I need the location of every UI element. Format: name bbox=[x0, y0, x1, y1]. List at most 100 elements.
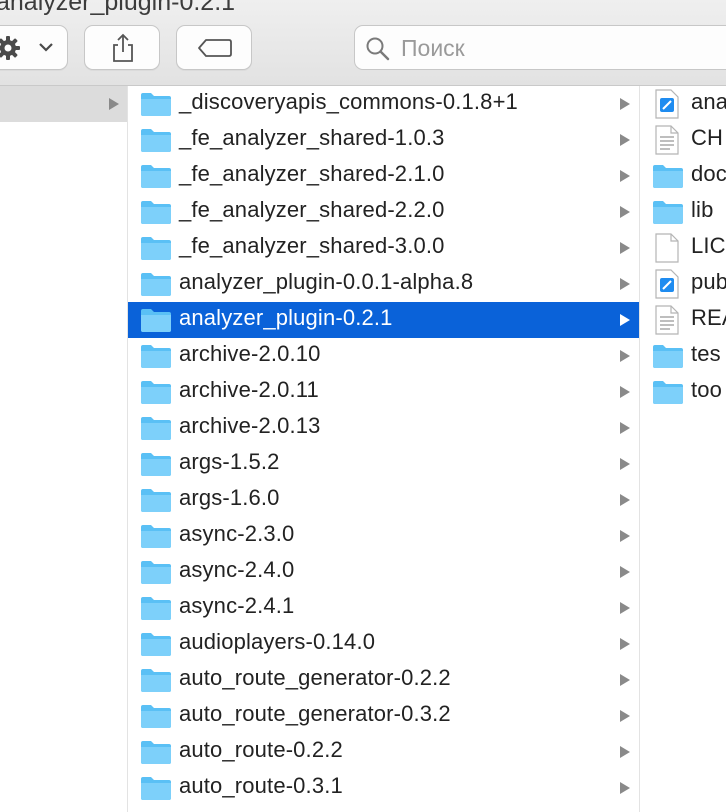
browser-column-parent[interactable] bbox=[0, 86, 128, 812]
text-document-icon bbox=[655, 305, 679, 335]
folder-row[interactable]: async-2.4.1 bbox=[128, 590, 639, 626]
browser-column-contents[interactable]: ana CH doc lib LIC pub REA tes too bbox=[640, 86, 726, 812]
chevron-right-icon bbox=[620, 602, 630, 614]
search-field[interactable] bbox=[354, 25, 726, 70]
folder-row[interactable]: analyzer_plugin-0.2.1 bbox=[128, 302, 639, 338]
chevron-right-icon bbox=[620, 674, 630, 686]
chevron-right-icon bbox=[620, 350, 630, 362]
tag-button[interactable] bbox=[176, 25, 252, 70]
file-row[interactable]: pub bbox=[640, 266, 726, 302]
chevron-right-icon bbox=[620, 278, 630, 290]
folder-row[interactable]: lib bbox=[640, 194, 726, 230]
file-name: LIC bbox=[691, 233, 726, 258]
file-name: ana bbox=[691, 89, 726, 114]
folder-icon bbox=[653, 345, 683, 368]
chevron-right-icon bbox=[620, 458, 630, 470]
folder-name: archive-2.0.10 bbox=[179, 341, 321, 366]
folder-row[interactable]: auto_route_generator-0.2.2 bbox=[128, 662, 639, 698]
folder-icon bbox=[141, 633, 171, 656]
folder-name: async-2.4.1 bbox=[179, 593, 295, 618]
folder-row[interactable]: _discoveryapis_commons-0.1.8+1 bbox=[128, 86, 639, 122]
window-title: analyzer_plugin-0.2.1 bbox=[0, 0, 236, 16]
folder-name: args-1.6.0 bbox=[179, 485, 280, 510]
tag-icon bbox=[198, 39, 232, 57]
folder-icon bbox=[141, 93, 171, 116]
folder-name: _discoveryapis_commons-0.1.8+1 bbox=[179, 89, 518, 114]
folder-row[interactable]: auto_route-0.3.1 bbox=[128, 770, 639, 806]
folder-row[interactable]: auto_route-0.2.2 bbox=[128, 734, 639, 770]
search-input[interactable] bbox=[399, 32, 703, 64]
folder-icon bbox=[653, 165, 683, 188]
file-name: REA bbox=[691, 305, 726, 330]
folder-icon bbox=[141, 417, 171, 440]
folder-icon bbox=[141, 345, 171, 368]
folder-icon bbox=[141, 165, 171, 188]
folder-icon bbox=[141, 273, 171, 296]
folder-row[interactable]: _fe_analyzer_shared-1.0.3 bbox=[128, 122, 639, 158]
folder-row[interactable]: audioplayers-0.14.0 bbox=[128, 626, 639, 662]
folder-row[interactable]: auto_route_generator-0.3.2 bbox=[128, 698, 639, 734]
folder-icon bbox=[141, 561, 171, 584]
folder-icon bbox=[653, 201, 683, 224]
file-row[interactable]: REA bbox=[640, 302, 726, 338]
folder-name: _fe_analyzer_shared-2.2.0 bbox=[179, 197, 445, 222]
file-row[interactable]: ana bbox=[640, 86, 726, 122]
file-name: CH bbox=[691, 125, 724, 150]
folder-name: async-2.3.0 bbox=[179, 521, 295, 546]
folder-row[interactable]: too bbox=[640, 374, 726, 410]
folder-row[interactable]: _fe_analyzer_shared-2.1.0 bbox=[128, 158, 639, 194]
folder-icon bbox=[653, 381, 683, 404]
folder-name: analyzer_plugin-0.2.1 bbox=[179, 305, 393, 330]
chevron-down-icon bbox=[39, 43, 53, 52]
folder-name: auto_route-0.3.1 bbox=[179, 773, 343, 798]
folder-name: async-2.4.0 bbox=[179, 557, 295, 582]
file-row[interactable]: CH bbox=[640, 122, 726, 158]
file-row[interactable]: LIC bbox=[640, 230, 726, 266]
folder-icon bbox=[141, 453, 171, 476]
folder-row[interactable]: doc bbox=[640, 158, 726, 194]
folder-icon bbox=[141, 201, 171, 224]
chevron-right-icon bbox=[620, 134, 630, 146]
folder-row[interactable]: _fe_analyzer_shared-3.0.0 bbox=[128, 230, 639, 266]
chevron-right-icon bbox=[620, 746, 630, 758]
folder-icon bbox=[141, 705, 171, 728]
folder-row[interactable]: tes bbox=[640, 338, 726, 374]
folder-name: _fe_analyzer_shared-2.1.0 bbox=[179, 161, 445, 186]
folder-row[interactable]: async-2.3.0 bbox=[128, 518, 639, 554]
folder-row[interactable]: args-1.5.2 bbox=[128, 446, 639, 482]
folder-row[interactable]: async-2.4.0 bbox=[128, 554, 639, 590]
window-toolbar: analyzer_plugin-0.2.1 bbox=[0, 0, 726, 86]
share-icon bbox=[113, 33, 133, 62]
chevron-right-icon bbox=[620, 782, 630, 794]
folder-name: auto_route_generator-0.2.2 bbox=[179, 665, 451, 690]
action-menu-button[interactable] bbox=[0, 25, 68, 70]
parent-column-row[interactable] bbox=[0, 86, 127, 122]
chevron-right-icon bbox=[620, 314, 630, 326]
blank-document-icon bbox=[655, 233, 679, 263]
chevron-right-icon bbox=[620, 170, 630, 182]
folder-icon bbox=[141, 741, 171, 764]
folder-row[interactable]: archive-2.0.10 bbox=[128, 338, 639, 374]
folder-row[interactable]: analyzer_plugin-0.0.1-alpha.8 bbox=[128, 266, 639, 302]
folder-name: too bbox=[691, 377, 723, 402]
folder-icon bbox=[141, 309, 171, 332]
folder-icon bbox=[141, 237, 171, 260]
folder-name: analyzer_plugin-0.0.1-alpha.8 bbox=[179, 269, 474, 294]
chevron-right-icon bbox=[620, 710, 630, 722]
browser-column-packages[interactable]: _discoveryapis_commons-0.1.8+1 _fe_analyz… bbox=[128, 86, 640, 812]
folder-row[interactable]: archive-2.0.11 bbox=[128, 374, 639, 410]
folder-row[interactable]: _fe_analyzer_shared-2.2.0 bbox=[128, 194, 639, 230]
chevron-right-icon bbox=[109, 98, 119, 110]
share-button[interactable] bbox=[84, 25, 160, 70]
folder-icon bbox=[141, 669, 171, 692]
folder-row[interactable]: args-1.6.0 bbox=[128, 482, 639, 518]
chevron-right-icon bbox=[620, 98, 630, 110]
folder-icon bbox=[141, 597, 171, 620]
folder-icon bbox=[141, 129, 171, 152]
folder-name: _fe_analyzer_shared-3.0.0 bbox=[179, 233, 445, 258]
chevron-right-icon bbox=[620, 638, 630, 650]
folder-row[interactable]: archive-2.0.13 bbox=[128, 410, 639, 446]
folder-icon bbox=[141, 525, 171, 548]
text-document-icon bbox=[655, 125, 679, 155]
folder-name: lib bbox=[691, 197, 714, 222]
